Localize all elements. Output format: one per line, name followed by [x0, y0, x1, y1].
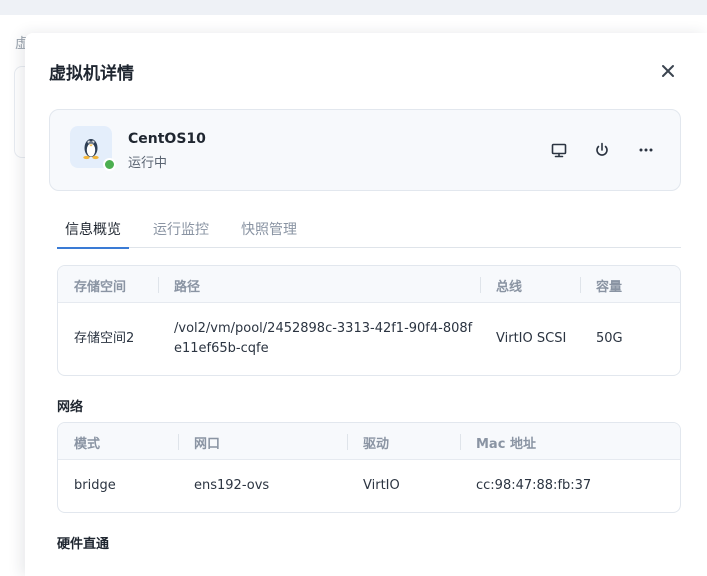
column-header-path: 路径: [174, 280, 201, 295]
close-button[interactable]: [658, 61, 678, 81]
network-table-header: 模式 网口 驱动 Mac 地址: [58, 423, 680, 460]
column-header-mode: 模式: [74, 437, 101, 452]
more-horizontal-icon: [639, 148, 653, 152]
network-table: 模式 网口 驱动 Mac 地址 bridge ens192-ovs VirtIO…: [57, 422, 681, 513]
storage-path-cell: /vol2/vm/pool/2452898c-3313-42f1-90f4-80…: [174, 321, 473, 356]
network-mode-cell: bridge: [74, 478, 116, 493]
storage-table: 存储空间 路径 总线 容量 存储空间2 /vol2/vm/pool/245289…: [57, 265, 681, 376]
column-divider: [460, 434, 461, 450]
tab-bar: 信息概览 运行监控 快照管理: [57, 219, 681, 249]
storage-space-cell: 存储空间2: [74, 331, 135, 346]
column-header-driver: 驱动: [363, 437, 390, 452]
column-divider: [480, 277, 481, 293]
console-button[interactable]: [549, 140, 569, 160]
background-topbar: [0, 0, 707, 15]
vm-summary-card: CentOS10 运行中: [49, 109, 681, 191]
storage-bus-cell: VirtIO SCSI: [496, 331, 567, 346]
passthrough-section-title: 硬件直通: [57, 537, 110, 552]
network-section-title: 网络: [57, 400, 84, 415]
network-port-cell: ens192-ovs: [194, 478, 270, 493]
vm-status: 运行中: [128, 156, 168, 171]
vm-name: CentOS10: [128, 131, 206, 147]
column-divider: [158, 277, 159, 293]
tab-overview[interactable]: 信息概览: [57, 219, 129, 249]
more-button[interactable]: [636, 140, 656, 160]
storage-capacity-cell: 50G: [596, 331, 623, 346]
network-mac-cell: cc:98:47:88:fb:37: [476, 478, 592, 493]
power-icon: [596, 142, 608, 156]
column-header-port: 网口: [194, 437, 221, 452]
network-driver-cell: VirtIO: [363, 478, 400, 493]
table-row: 存储空间2 /vol2/vm/pool/2452898c-3313-42f1-9…: [58, 303, 680, 375]
status-indicator: [103, 158, 116, 171]
linux-tux-icon: [83, 139, 99, 160]
column-divider: [347, 434, 348, 450]
table-row: bridge ens192-ovs VirtIO cc:98:47:88:fb:…: [58, 460, 680, 512]
column-header-mac: Mac 地址: [476, 437, 536, 452]
power-button[interactable]: [592, 140, 612, 160]
column-header-capacity: 容量: [596, 280, 623, 295]
column-header-bus: 总线: [496, 280, 523, 295]
tab-snapshots[interactable]: 快照管理: [241, 219, 297, 248]
monitor-icon: [551, 143, 567, 158]
column-divider: [580, 277, 581, 293]
storage-table-header: 存储空间 路径 总线 容量: [58, 266, 680, 303]
vm-details-drawer: 虚拟机详情 CentOS10 运行中 信息概览 运行监控 快照管理 存储空间 路…: [25, 33, 707, 576]
modal-title: 虚拟机详情: [49, 64, 134, 84]
column-divider: [178, 434, 179, 450]
close-icon: [662, 65, 674, 77]
tab-monitoring[interactable]: 运行监控: [153, 219, 209, 248]
column-header-storage-space: 存储空间: [74, 280, 127, 295]
